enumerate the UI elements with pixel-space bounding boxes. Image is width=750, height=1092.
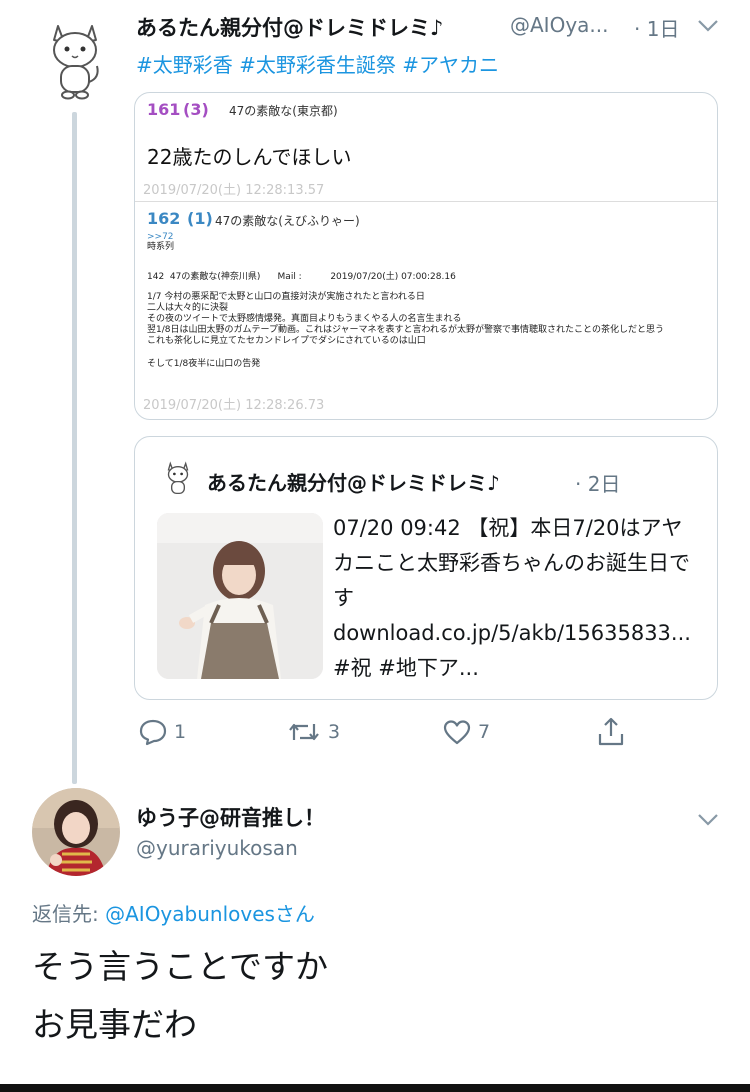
post2-poster: 47の素敵な(えびふりゃー) — [215, 214, 360, 228]
reply-to-label: 返信先: — [32, 902, 99, 926]
post2-line: これも茶化しに見立てたセカンドレイプでダシにされているのは山口 — [147, 336, 426, 346]
attached-image[interactable]: 161 (3) 47の素敵な(東京都) 22歳たのしんでほしい 2019/07/… — [134, 92, 718, 420]
tweet-hashtags[interactable]: #太野彩香 #太野彩香生誕祭 #アヤカニ — [136, 49, 499, 78]
quote-display-name: あるたん親分付@ドレミドレミ♪ — [207, 471, 500, 495]
post2-number: 162 — [147, 209, 181, 228]
post2-reply-link: >>72 — [147, 232, 174, 242]
post2-line: 二人は大々的に決裂 — [147, 303, 229, 313]
quote-avatar — [163, 459, 193, 501]
post1-timestamp: 2019/07/20(土) 12:28:13.57 — [143, 183, 325, 198]
post2: 162 (1) 47の素敵な(えびふりゃー) >>72 時系列 142 47の素… — [135, 202, 717, 419]
heart-icon — [443, 720, 471, 745]
thread-line — [72, 112, 77, 784]
post1-number: 161 — [147, 100, 181, 119]
post2-last-line: そして1/8夜半に山口の告発 — [147, 359, 261, 369]
reply-button[interactable]: 1 — [138, 718, 186, 746]
cat-mascot-icon — [53, 25, 99, 100]
retweet-button[interactable]: 3 — [286, 718, 340, 746]
post1-poster: 47の素敵な(東京都) — [229, 104, 338, 118]
tweet-display-name[interactable]: あるたん親分付@ドレミドレミ♪ — [136, 12, 443, 42]
post2-line: 1/7 今村の悪采配で太野と山口の直接対決が実施されたと言われる日 — [147, 292, 425, 302]
post1-body: 22歳たのしんでほしい — [147, 145, 352, 169]
tweet-handle[interactable]: @AIOya... — [510, 13, 609, 37]
like-button[interactable]: 7 — [442, 718, 490, 746]
post2-lines: 1/7 今村の悪采配で太野と山口の直接対決が実施されたと言われる日 二人は大々的… — [147, 292, 664, 347]
share-button[interactable] — [596, 716, 626, 748]
reply-text-line1: そう言うことですか — [32, 947, 329, 986]
chevron-down-icon — [698, 20, 718, 32]
quoted-tweet[interactable]: あるたん親分付@ドレミドレミ♪ · 2日 07/20 09:42 【祝】本日7/… — [134, 436, 718, 700]
more-options-chevron[interactable] — [697, 18, 719, 37]
user-photo-icon — [32, 788, 120, 876]
reply-count: 1 — [174, 721, 187, 743]
cat-mascot-icon — [167, 461, 189, 495]
post2-line: その夜のツイートで太野感情爆発。真面目よりもうまくやる人の名言生まれる — [147, 314, 462, 324]
retweet-count: 3 — [328, 721, 341, 743]
post1: 161 (3) 47の素敵な(東京都) 22歳たのしんでほしい 2019/07/… — [135, 93, 717, 201]
chevron-down-icon — [698, 814, 718, 826]
post2-count: (1) — [187, 209, 213, 228]
quote-thumbnail — [157, 513, 323, 679]
tweet-time[interactable]: · 1日 — [634, 13, 679, 42]
person-photo-icon — [157, 513, 323, 679]
tweet-avatar[interactable] — [42, 16, 108, 100]
reply-to-handle[interactable]: @AIOyabunlovesさん — [105, 902, 315, 926]
reply-display-name[interactable]: ゆう子@研音推し！ — [136, 802, 325, 832]
reply-text-line2: お見事だわ — [32, 1005, 197, 1044]
post2-timestamp: 2019/07/20(土) 12:28:26.73 — [143, 398, 325, 413]
reply-avatar[interactable] — [32, 788, 120, 876]
reply-handle[interactable]: @yurariyukosan — [136, 836, 298, 860]
post1-count: (3) — [183, 100, 209, 119]
share-icon — [598, 717, 624, 746]
reply-to-line: 返信先: @AIOyabunlovesさん — [32, 898, 315, 927]
like-count: 7 — [478, 721, 491, 743]
post2-line: 翌1/8日は山田太野のガムテープ動画。これはジャーマネを表すと言われるが太野が警… — [147, 325, 664, 335]
reply-icon — [139, 719, 167, 746]
quote-text: 07/20 09:42 【祝】本日7/20はアヤカニこと太野彩香ちゃんのお誕生日… — [333, 516, 691, 680]
post2-label: 時系列 — [147, 242, 175, 252]
reply-more-options[interactable] — [697, 812, 719, 831]
bottom-bar — [0, 1084, 750, 1092]
retweet-icon — [289, 723, 319, 741]
post2-header-line: 142 47の素敵な(神奈川県) Mail : 2019/07/20(土) 07… — [147, 272, 456, 282]
quote-time: · 2日 — [575, 472, 621, 496]
